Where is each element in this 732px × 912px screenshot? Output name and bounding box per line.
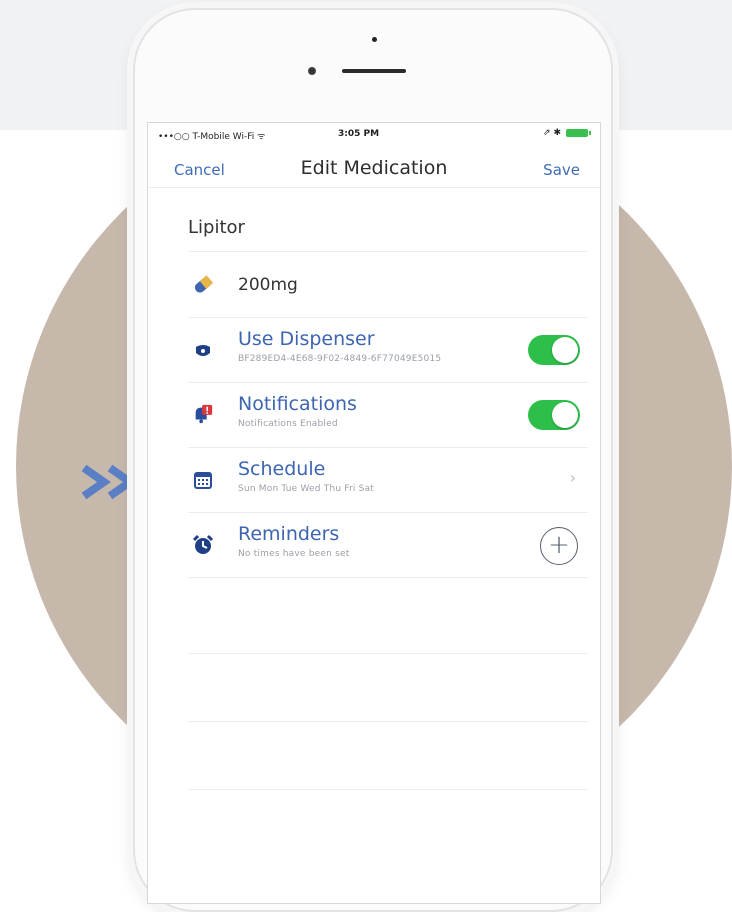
reminders-status: No times have been set — [238, 549, 350, 559]
dispenser-title: Use Dispenser — [238, 328, 375, 350]
dose-row[interactable]: 200mg — [188, 253, 588, 318]
carrier-label: •••○○ T-Mobile Wi-Fi ᯤ — [158, 132, 266, 142]
reminders-title: Reminders — [238, 523, 340, 545]
dispenser-id: BF289ED4-4E68-9F02-4849-6F77049E5015 — [238, 354, 442, 364]
notifications-title: Notifications — [238, 393, 357, 415]
dispenser-icon — [192, 340, 214, 362]
reminders-row: Reminders No times have been set + — [188, 513, 588, 578]
front-camera — [372, 37, 377, 42]
alarm-clock-icon — [192, 534, 214, 556]
add-reminder-button[interactable]: + — [540, 527, 578, 565]
location-bluetooth-icons: ⇗ ✱ — [543, 128, 561, 138]
schedule-days: Sun Mon Tue Wed Thu Fri Sat — [238, 484, 375, 494]
bell-alert-icon — [192, 403, 214, 425]
schedule-title: Schedule — [238, 458, 326, 480]
proximity-sensor — [308, 67, 316, 75]
dose-value: 200mg — [238, 275, 298, 295]
earpiece-speaker — [342, 69, 406, 73]
dispenser-row: Use Dispenser BF289ED4-4E68-9F02-4849-6F… — [188, 318, 588, 383]
schedule-row[interactable]: Schedule Sun Mon Tue Wed Thu Fri Sat › — [188, 448, 588, 513]
status-icons: ⇗ ✱ — [543, 128, 591, 138]
status-time: 3:05 PM — [338, 129, 380, 139]
list-divider — [188, 721, 588, 722]
list-divider — [188, 789, 588, 790]
dispenser-toggle[interactable] — [528, 335, 580, 365]
list-divider — [188, 653, 588, 654]
medication-name-field[interactable]: Lipitor — [188, 201, 588, 252]
phone-frame: •••○○ T-Mobile Wi-Fi ᯤ 3:05 PM ⇗ ✱ Cance… — [133, 8, 613, 912]
save-button[interactable]: Save — [543, 161, 580, 179]
notifications-status: Notifications Enabled — [238, 419, 338, 429]
battery-icon — [566, 129, 591, 137]
chevron-right-icon[interactable]: › — [570, 468, 576, 487]
notifications-row: Notifications Notifications Enabled — [188, 383, 588, 448]
phone-screen: •••○○ T-Mobile Wi-Fi ᯤ 3:05 PM ⇗ ✱ Cance… — [147, 122, 601, 904]
status-bar: •••○○ T-Mobile Wi-Fi ᯤ 3:05 PM ⇗ ✱ — [148, 123, 600, 145]
medication-name-value: Lipitor — [188, 217, 245, 238]
notifications-toggle[interactable] — [528, 400, 580, 430]
page-title: Edit Medication — [300, 157, 448, 179]
calendar-icon — [192, 469, 214, 491]
navigation-bar: Cancel Edit Medication Save — [148, 147, 600, 188]
pill-capsule-icon — [192, 274, 214, 296]
